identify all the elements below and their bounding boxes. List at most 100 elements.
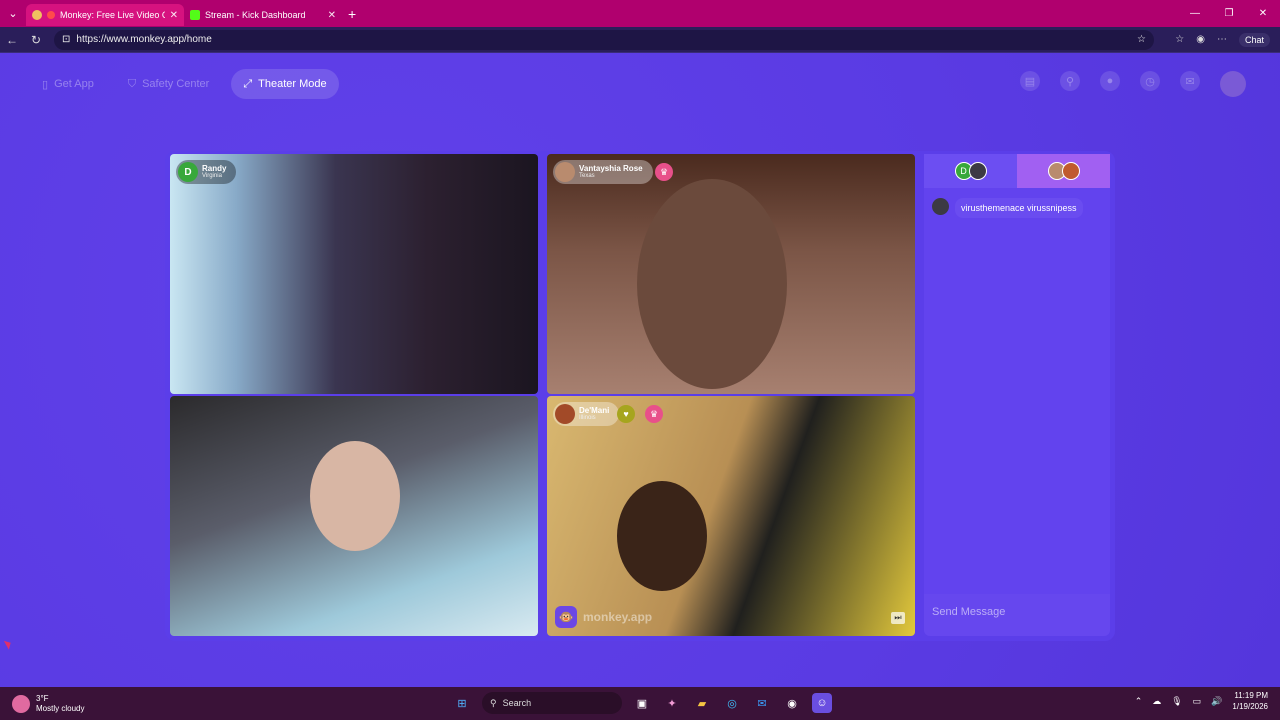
tab-title: Stream - Kick Dashboard (205, 10, 306, 20)
avatar (555, 162, 575, 182)
close-tab-icon[interactable]: ✕ (328, 10, 336, 21)
display-icon[interactable]: ▭ (1193, 696, 1202, 707)
discord-icon[interactable]: ☺ (812, 693, 832, 713)
new-tab-button[interactable]: + (348, 6, 356, 22)
monkey-watermark: 🐵 monkey.app (555, 606, 652, 628)
more-menu-icon[interactable]: ⋯ (1217, 34, 1227, 45)
top-nav: ▯ Get App ⛉ Safety Center ⤢ Theater Mode (30, 69, 339, 99)
shield-icon: ⛉ (127, 77, 137, 90)
weather-condition: Mostly cloudy (36, 703, 85, 713)
back-icon[interactable]: ← (0, 33, 24, 47)
copilot-icon[interactable]: ✦ (662, 693, 682, 713)
tab-title: Monkey: Free Live Video Chat (60, 10, 165, 20)
volume-icon[interactable]: 🔊 (1211, 696, 1222, 707)
user-name: Vantayshia Rose (579, 164, 643, 173)
avatar (932, 198, 949, 215)
user-tag[interactable]: Vantayshia Rose Texas (553, 160, 653, 184)
watermark-text: monkey.app (583, 610, 653, 624)
system-tray: ⌃ ☁ 🎙 ▭ 🔊 11:19 PM 1/19/2026 (1135, 690, 1268, 712)
shop-icon[interactable]: ▤ (1020, 71, 1040, 91)
file-explorer-icon[interactable]: ▰ (692, 693, 712, 713)
video-feed (617, 481, 707, 591)
browser-tab-bar: ⌄ Monkey: Free Live Video Chat ✕ Stream … (0, 0, 1280, 27)
date: 1/19/2026 (1232, 702, 1268, 711)
video-tile-demani[interactable]: De'Mani Illinois ♥ ♛ 🐵 monkey.app ⏭ (547, 396, 915, 636)
video-tile-randy[interactable]: D Randy Virginia (170, 154, 538, 394)
user-tag[interactable]: D Randy Virginia (176, 160, 237, 184)
chat-message: virusthemenace virussnipess (932, 198, 1110, 218)
weather-widget[interactable]: 3°F Mostly cloudy (12, 694, 84, 714)
window-controls: — ❐ ✕ (1178, 0, 1280, 27)
close-tab-icon[interactable]: ✕ (170, 10, 178, 21)
url-input[interactable]: ⊡ https://www.monkey.app/home ☆ (54, 29, 1154, 50)
favorite-star-icon[interactable]: ☆ (1137, 34, 1146, 45)
url-text: https://www.monkey.app/home (76, 34, 212, 45)
chat-tab-group-2[interactable] (1017, 154, 1110, 188)
recording-icon (47, 11, 55, 19)
heart-badge-icon: ♥ (617, 405, 635, 423)
monkey-favicon-icon (32, 10, 42, 20)
search-icon[interactable]: ⚲ (1060, 71, 1080, 91)
close-window-icon[interactable]: ✕ (1246, 8, 1280, 19)
chevron-up-icon[interactable]: ⌃ (1135, 696, 1143, 707)
rank-badge-icon: ♛ (645, 405, 663, 423)
chat-tab-group-1[interactable]: D (924, 154, 1017, 188)
history-icon[interactable]: ◷ (1140, 71, 1160, 91)
friends-icon[interactable]: ● (1100, 71, 1120, 91)
video-feed (637, 179, 787, 389)
mouse-cursor-icon (3, 638, 14, 650)
theater-mode-button[interactable]: ⤢ Theater Mode (231, 69, 339, 99)
collections-icon[interactable]: ☆ (1175, 34, 1184, 45)
phone-icon: ▯ (42, 78, 49, 91)
taskbar-apps: ⊞ ⚲ Search ▣ ✦ ▰ ◎ ✉ ◉ ☺ (452, 692, 832, 714)
user-location: Virginia (202, 173, 222, 179)
user-location: Texas (579, 173, 595, 179)
avatar (555, 404, 575, 424)
skip-icon[interactable]: ⏭ (891, 612, 905, 624)
search-label: Search (502, 698, 532, 708)
messages-icon[interactable]: ✉ (1180, 71, 1200, 91)
chat-tabs: D (924, 154, 1110, 188)
my-avatar[interactable] (1220, 71, 1246, 97)
rank-badge-icon: ♛ (655, 163, 673, 181)
theater-mode-label: Theater Mode (258, 78, 327, 90)
video-tile-self[interactable] (170, 396, 538, 636)
temperature: 3°F (36, 693, 49, 703)
site-info-icon[interactable]: ⊡ (62, 34, 70, 45)
tab-monkey[interactable]: Monkey: Free Live Video Chat ✕ (26, 4, 184, 26)
video-tile-vantayshia[interactable]: Vantayshia Rose Texas ♛ (547, 154, 915, 394)
send-message-input[interactable]: Send Message (924, 594, 1110, 636)
avatar (968, 162, 987, 180)
app-icon[interactable]: ◉ (782, 693, 802, 713)
user-location: Illinois (579, 415, 596, 421)
restore-icon[interactable]: ❐ (1212, 8, 1246, 19)
outlook-icon[interactable]: ✉ (752, 693, 772, 713)
address-bar-row: ← ↻ ⊡ https://www.monkey.app/home ☆ ☆ ◉ … (0, 27, 1280, 53)
task-view-icon[interactable]: ▣ (632, 693, 652, 713)
refresh-icon[interactable]: ↻ (24, 33, 48, 47)
tab-kick[interactable]: Stream - Kick Dashboard ✕ (184, 4, 342, 26)
clock[interactable]: 11:19 PM 1/19/2026 (1232, 690, 1268, 712)
minimize-icon[interactable]: — (1178, 8, 1212, 19)
avatar: D (178, 162, 198, 182)
windows-start-icon[interactable]: ⊞ (452, 693, 472, 713)
avatar (1061, 162, 1080, 180)
mic-icon[interactable]: 🎙 (1171, 696, 1182, 707)
edge-icon[interactable]: ◎ (722, 693, 742, 713)
video-stage: D Randy Virginia Vantayshia Rose Texas ♛ (165, 151, 1115, 641)
user-tag[interactable]: De'Mani Illinois (553, 402, 620, 426)
get-app-button[interactable]: ▯ Get App (30, 69, 106, 99)
onedrive-icon[interactable]: ☁ (1152, 696, 1161, 707)
get-app-label: Get App (54, 78, 94, 90)
message-text: virusthemenace virussnipess (955, 198, 1083, 218)
copilot-chat-button[interactable]: Chat (1238, 32, 1270, 47)
tab-menu-chevron-icon[interactable]: ⌄ (0, 0, 26, 27)
weather-icon (12, 694, 30, 713)
user-name: De'Mani (579, 406, 610, 415)
profile-avatar-icon[interactable]: ◉ (1196, 34, 1205, 45)
taskbar-search[interactable]: ⚲ Search (482, 692, 622, 714)
safety-center-button[interactable]: ⛉ Safety Center (116, 69, 222, 99)
monkey-app-page: ▯ Get App ⛉ Safety Center ⤢ Theater Mode… (0, 53, 1280, 687)
kick-favicon-icon (190, 10, 200, 20)
windows-taskbar: 3°F Mostly cloudy ⊞ ⚲ Search ▣ ✦ ▰ ◎ ✉ ◉… (0, 687, 1280, 720)
